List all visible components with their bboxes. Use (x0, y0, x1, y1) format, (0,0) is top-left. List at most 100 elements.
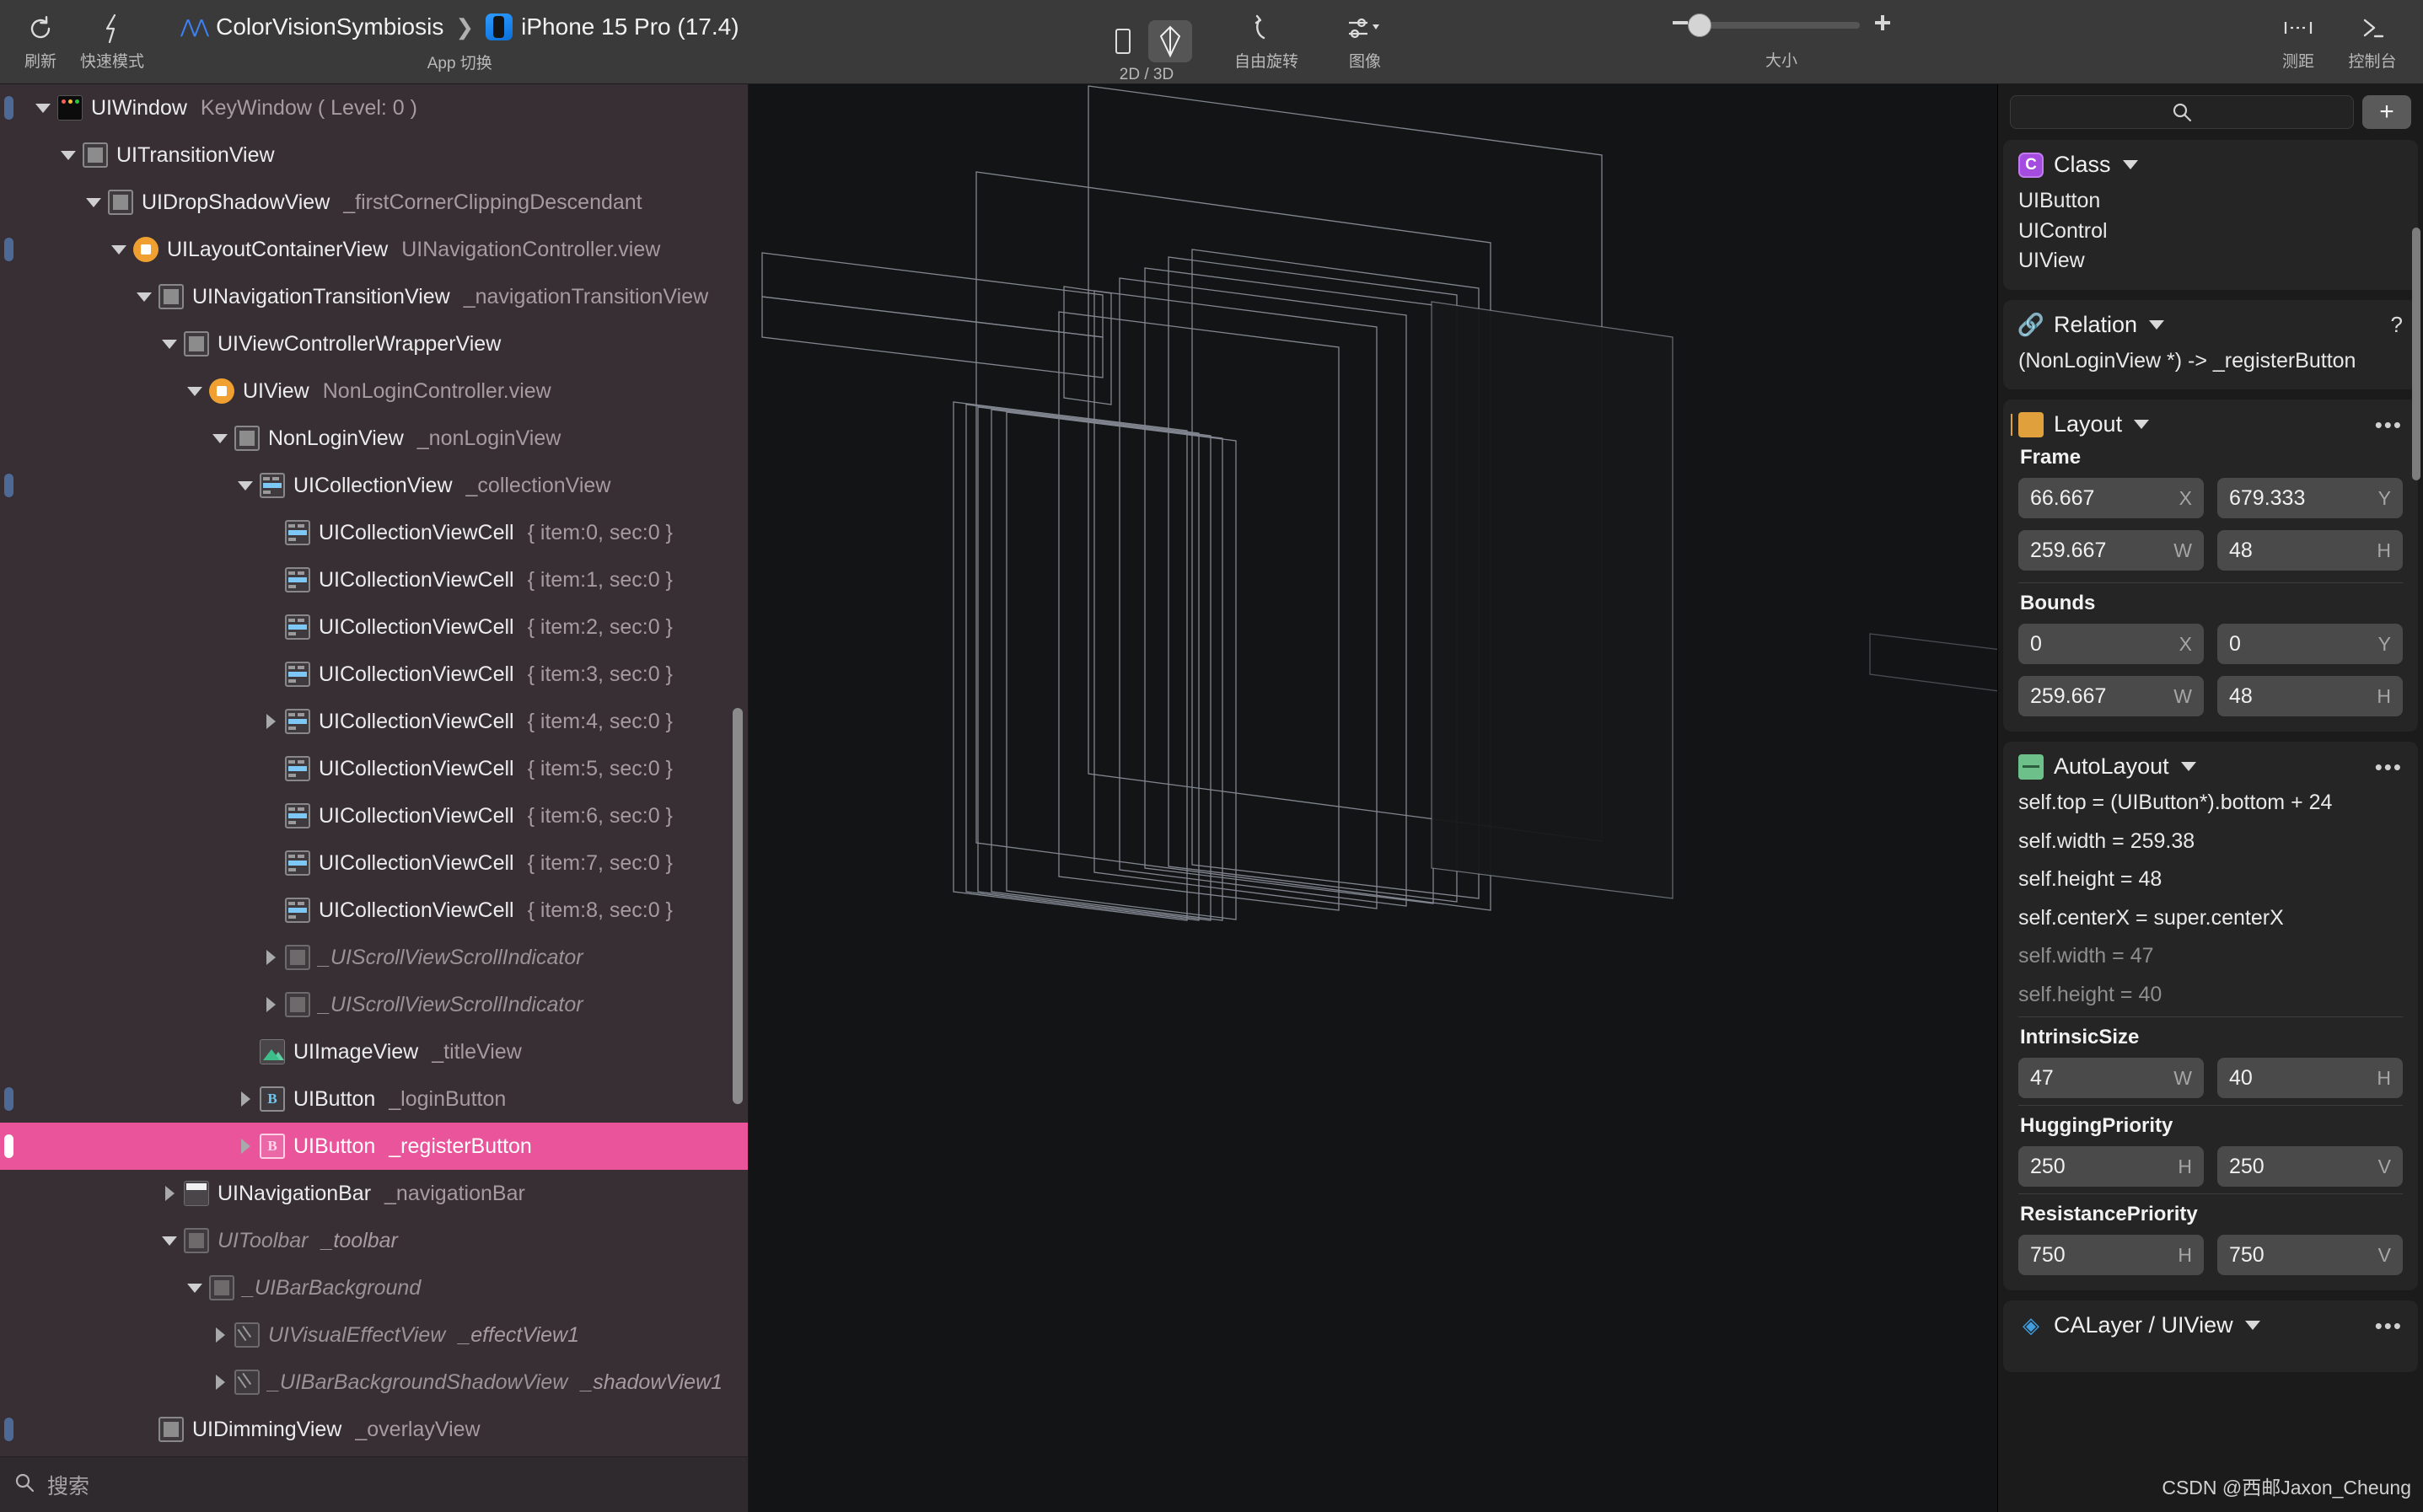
frame-w-field[interactable]: 259.667 W (2018, 530, 2204, 571)
tree-row[interactable]: UIImageView _titleView (0, 1028, 748, 1075)
free-rotate-button[interactable]: 自由旋转 (1214, 0, 1319, 84)
tree-row[interactable]: UIView NonLoginController.view (0, 367, 748, 415)
tree-row[interactable]: UICollectionViewCell { item:0, sec:0 } (0, 509, 748, 556)
tree-row[interactable]: UIVisualEffectView _effectView1 (0, 1311, 748, 1359)
tree-row[interactable]: UICollectionViewCell { item:1, sec:0 } (0, 556, 748, 603)
mode-3d-button[interactable] (1148, 20, 1192, 62)
disclosure-triangle[interactable] (206, 433, 234, 443)
tree-row[interactable]: _UIScrollViewScrollIndicator (0, 981, 748, 1028)
tree-row[interactable]: UINavigationTransitionView _navigationTra… (0, 273, 748, 320)
tree-row[interactable]: UINavigationBar _navigationBar (0, 1170, 748, 1217)
plus-icon[interactable] (1872, 12, 1894, 38)
bounds-y-field[interactable]: 0 Y (2217, 624, 2403, 664)
calayer-section-header[interactable]: ◈ CALayer / UIView ••• (2018, 1312, 2403, 1338)
tree-row[interactable]: _UIBarBackground (0, 1264, 748, 1311)
disclosure-triangle[interactable] (231, 1091, 260, 1107)
size-slider-group[interactable]: 大小 (1669, 0, 1894, 84)
tree-row[interactable]: UIDimmingView _overlayView (0, 1406, 748, 1453)
disclosure-triangle[interactable] (180, 386, 209, 396)
frame-y-field[interactable]: 679.333 Y (2217, 478, 2403, 518)
disclosure-triangle[interactable] (256, 997, 285, 1012)
tree-row[interactable]: UICollectionViewCell { item:4, sec:0 } (0, 698, 748, 745)
disclosure-triangle[interactable] (206, 1375, 234, 1390)
chevron-down-icon[interactable] (2134, 420, 2150, 429)
bounds-w-field[interactable]: 259.667 W (2018, 676, 2204, 716)
inspector-sections[interactable]: C Class UIButton UIControl UIView 🔗 Rela… (1998, 140, 2423, 1512)
chevron-down-icon[interactable] (2244, 1321, 2260, 1330)
class-section-header[interactable]: C Class (2018, 152, 2403, 178)
inspector-search-field[interactable] (2010, 95, 2354, 129)
tree-row[interactable]: UILayoutContainerView UINavigationControl… (0, 226, 748, 273)
size-slider[interactable] (1688, 13, 1860, 37)
tree-row[interactable]: NonLoginView _nonLoginView (0, 415, 748, 462)
tree-row[interactable]: UICollectionViewCell { item:2, sec:0 } (0, 603, 748, 651)
layout-section-header[interactable]: Layout ••• (2011, 411, 2403, 437)
tree-row[interactable]: B UIButton _registerButton (0, 1123, 748, 1170)
quick-mode-button[interactable]: 快速模式 (66, 0, 158, 83)
measure-button[interactable]: 测距 (2261, 0, 2335, 84)
mode-2d-button[interactable] (1101, 20, 1145, 62)
disclosure-triangle[interactable] (180, 1283, 209, 1293)
mode-segmented-control[interactable] (1101, 19, 1192, 64)
add-button[interactable]: + (2362, 95, 2411, 129)
console-button[interactable]: 控制台 (2335, 0, 2410, 84)
tree-row[interactable]: UICollectionViewCell { item:6, sec:0 } (0, 792, 748, 839)
autolayout-more-button[interactable]: ••• (2375, 756, 2403, 778)
disclosure-triangle[interactable] (29, 103, 57, 113)
refresh-button[interactable]: 刷新 (15, 0, 66, 83)
disclosure-triangle[interactable] (79, 197, 108, 207)
intrinsic-w-field[interactable]: 47 W (2018, 1058, 2204, 1098)
intrinsic-h-field[interactable]: 40 H (2217, 1058, 2403, 1098)
bounds-x-field[interactable]: 0 X (2018, 624, 2204, 664)
tree-row[interactable]: UICollectionViewCell { item:3, sec:0 } (0, 651, 748, 698)
frame-x-field[interactable]: 66.667 X (2018, 478, 2204, 518)
autolayout-section-header[interactable]: AutoLayout ••• (2018, 753, 2403, 780)
tree-row[interactable]: B UIButton _loginButton (0, 1075, 748, 1123)
image-options-button[interactable]: 图像 (1319, 0, 1411, 84)
tree-row[interactable]: UITransitionView (0, 1453, 748, 1456)
disclosure-triangle[interactable] (256, 714, 285, 729)
layout-more-button[interactable]: ••• (2375, 414, 2403, 436)
3d-canvas[interactable]: 色 视 共 生 登录 注册 登 录 手机号 验证码 获取验证码 确认登录 忘记 (749, 84, 1998, 1512)
app-switch-control[interactable]: ⋀⋀ ColorVisionSymbiosis ❯ iPhone 15 Pro … (180, 0, 739, 83)
mode-2d-3d-control[interactable]: 2D / 3D (1079, 0, 1214, 84)
tree-row[interactable]: UICollectionViewCell { item:8, sec:0 } (0, 887, 748, 934)
size-slider-knob[interactable] (1688, 13, 1711, 37)
frame-h-field[interactable]: 48 H (2217, 530, 2403, 571)
chevron-down-icon[interactable] (2180, 762, 2196, 771)
relation-help-icon[interactable]: ? (2391, 312, 2403, 338)
disclosure-triangle[interactable] (231, 1139, 260, 1154)
project-name[interactable]: ColorVisionSymbiosis (216, 13, 443, 40)
tree-row[interactable]: UICollectionViewCell { item:5, sec:0 } (0, 745, 748, 792)
resistance-h-field[interactable]: 750 H (2018, 1235, 2204, 1275)
tree-row[interactable]: UICollectionViewCell { item:7, sec:0 } (0, 839, 748, 887)
inspector-scrollbar[interactable] (2412, 228, 2420, 480)
tree-scrollbar[interactable] (733, 708, 743, 1104)
chevron-down-icon[interactable] (2122, 160, 2138, 169)
tree-row[interactable]: UITransitionView (0, 131, 748, 179)
tree-row[interactable]: _UIScrollViewScrollIndicator (0, 934, 748, 981)
hugging-h-field[interactable]: 250 H (2018, 1146, 2204, 1187)
disclosure-triangle[interactable] (231, 480, 260, 491)
disclosure-triangle[interactable] (130, 292, 158, 302)
chevron-down-icon[interactable] (2149, 319, 2165, 330)
size-slider-row[interactable] (1669, 12, 1894, 38)
resistance-v-field[interactable]: 750 V (2217, 1235, 2403, 1275)
disclosure-triangle[interactable] (256, 950, 285, 965)
disclosure-triangle[interactable] (155, 339, 184, 349)
tree-search-field[interactable]: 搜索 (0, 1456, 748, 1512)
disclosure-triangle[interactable] (155, 1186, 184, 1201)
tree-row[interactable]: UIDropShadowView _firstCornerClippingDesc… (0, 179, 748, 226)
view-hierarchy-tree[interactable]: UIWindow KeyWindow ( Level: 0 ) UITransiti… (0, 84, 748, 1456)
tree-row[interactable]: UIWindow KeyWindow ( Level: 0 ) (0, 84, 748, 131)
disclosure-triangle[interactable] (54, 150, 83, 160)
calayer-more-button[interactable]: ••• (2375, 1315, 2403, 1337)
device-name[interactable]: iPhone 15 Pro (17.4) (521, 13, 739, 40)
tree-row[interactable]: UICollectionView _collectionView (0, 462, 748, 509)
disclosure-triangle[interactable] (105, 244, 133, 255)
bounds-h-field[interactable]: 48 H (2217, 676, 2403, 716)
disclosure-triangle[interactable] (206, 1327, 234, 1343)
disclosure-triangle[interactable] (155, 1236, 184, 1246)
tree-row[interactable]: _UIBarBackgroundShadowView _shadowView1 (0, 1359, 748, 1406)
tree-row[interactable]: UIToolbar _toolbar (0, 1217, 748, 1264)
